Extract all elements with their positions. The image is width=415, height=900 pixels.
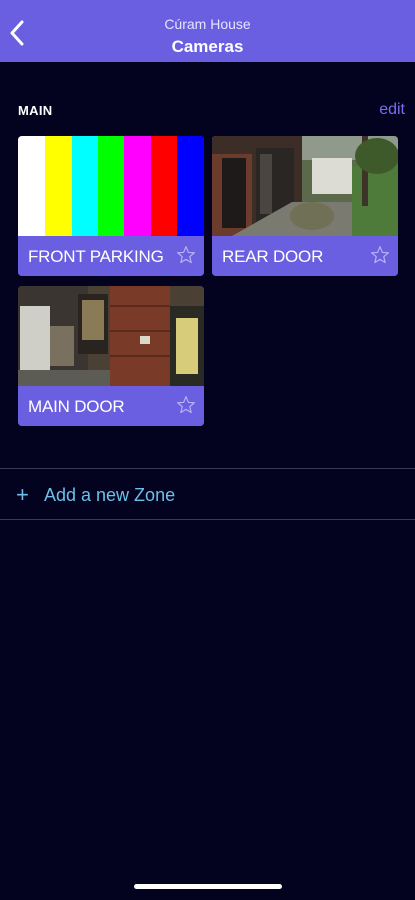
divider xyxy=(0,519,415,520)
zone-label: MAIN xyxy=(18,103,53,118)
camera-name: MAIN DOOR xyxy=(28,397,125,416)
home-indicator[interactable] xyxy=(134,884,282,889)
edit-link[interactable]: edit xyxy=(379,101,405,119)
add-zone-button[interactable]: + Add a new Zone xyxy=(0,470,415,520)
camera-name: FRONT PARKING xyxy=(28,247,164,266)
star-outline-icon[interactable] xyxy=(176,245,196,265)
location-name: Cúram House xyxy=(164,16,251,32)
camera-card-rear-door[interactable]: REAR DOOR xyxy=(212,136,398,276)
camera-thumbnail xyxy=(18,286,204,386)
camera-thumbnail xyxy=(18,136,204,236)
app-header: Cúram House Cameras xyxy=(0,0,415,62)
camera-thumbnail xyxy=(212,136,398,236)
add-zone-label: Add a new Zone xyxy=(44,485,176,505)
divider xyxy=(0,468,415,469)
camera-card-front-parking[interactable]: FRONT PARKING xyxy=(18,136,204,276)
star-outline-icon[interactable] xyxy=(176,395,196,415)
camera-name: REAR DOOR xyxy=(222,247,324,266)
star-outline-icon[interactable] xyxy=(370,245,390,265)
camera-card-main-door[interactable]: MAIN DOOR xyxy=(18,286,204,426)
plus-icon: + xyxy=(16,482,29,507)
page-title: Cameras xyxy=(171,37,244,56)
